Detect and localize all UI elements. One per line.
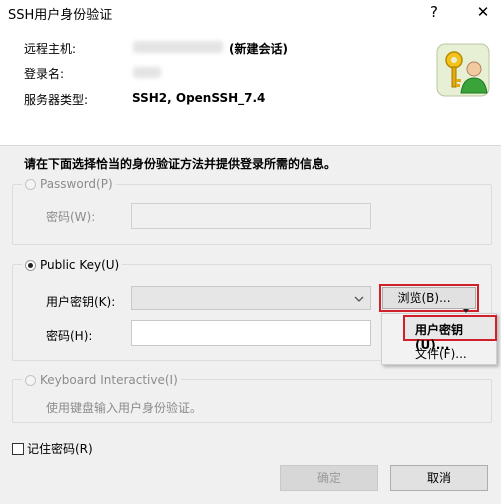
title-bar: SSH用户身份验证 ? ✕ [0,0,501,26]
login-name-label: 登录名: [24,67,65,81]
remote-host-value-redacted [133,41,223,53]
close-button[interactable]: ✕ [466,0,500,26]
keys-user-icon [436,43,490,97]
remember-password-checkbox[interactable] [12,442,24,455]
browse-button-label: 浏览(B)... [397,291,451,305]
window-title: SSH用户身份验证 [8,8,113,23]
remote-host-label: 远程主机: [24,42,77,56]
browse-button[interactable]: 浏览(B)... [382,287,476,313]
browse-menu: 用户密钥(U)... 文件(F)... [381,313,497,365]
server-type-label: 服务器类型: [24,93,89,107]
help-button[interactable]: ? [417,0,451,26]
instruction-text: 请在下面选择恰当的身份验证方法并提供登录所需的信息。 [24,157,337,171]
server-type-value: SSH2, OpenSSH_7.4 [132,91,266,105]
password-radio-row[interactable]: Password(P) [22,176,116,192]
ok-button[interactable]: 确定 [280,465,378,491]
public-key-radio-row[interactable]: Public Key(U) [22,257,123,273]
keyboard-radio-row[interactable]: Keyboard Interactive(I) [22,372,181,388]
user-key-combobox[interactable] [131,286,371,310]
keyboard-interactive-radio[interactable] [25,374,36,386]
password-radio-label: Password(P) [40,177,113,191]
public-key-radio-label: Public Key(U) [40,258,120,272]
password-input[interactable] [131,203,371,229]
keyboard-radio-label: Keyboard Interactive(I) [40,373,178,387]
triangle-down-icon[interactable] [463,299,469,313]
passphrase-label: 密码(H): [46,329,93,343]
remember-password-row[interactable]: 记住密码(R) [12,440,93,457]
user-key-label: 用户密钥(K): [46,295,116,309]
remote-host-note: (新建会话) [229,42,288,56]
chevron-down-icon [354,293,364,303]
menu-item-file[interactable]: 文件(F)... [415,345,467,362]
passphrase-input[interactable] [131,320,371,346]
public-key-radio[interactable] [25,259,36,271]
password-radio[interactable] [25,178,36,190]
password-field-label: 密码(W): [46,210,96,224]
login-name-value-redacted [133,67,161,78]
session-info-panel: 远程主机: (新建会话) 登录名: 服务器类型: SSH2, OpenSSH_7… [0,26,501,146]
cancel-button[interactable]: 取消 [390,465,488,491]
keyboard-description: 使用键盘输入用户身份验证。 [46,401,203,415]
remember-password-label: 记住密码(R) [27,442,93,456]
